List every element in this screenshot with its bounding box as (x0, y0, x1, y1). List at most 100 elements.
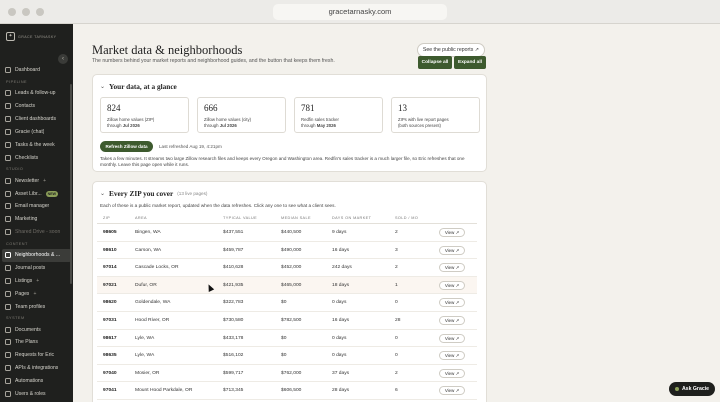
page-title: Market data & neighborhoods (92, 43, 243, 57)
sidebar-item-asset-libr[interactable]: Asset Libr... NEW (0, 187, 73, 200)
close-window-icon[interactable] (8, 8, 16, 16)
stat-description: Zillow home values (city) through Jul 202… (204, 117, 251, 128)
cell-median: $490,000 (281, 247, 302, 253)
sidebar-item-email-manager[interactable]: Email manager (0, 200, 73, 213)
table-row[interactable]: 98617 Lyle, WA $433,178 $0 0 days 0 View ↗ (97, 330, 477, 348)
cell-sold: 0 (395, 335, 398, 341)
table-row[interactable]: 98610 Carson, WA $459,787 $490,000 16 days 3 V… (97, 242, 477, 260)
cell-area: Dufur, OR (135, 282, 157, 288)
sidebar-item-journal-posts[interactable]: Journal posts (0, 262, 73, 275)
sidebar-item-gracie-chat[interactable]: Gracie (chat) (0, 126, 73, 139)
sidebar-item-label: Requests for Eric (15, 352, 55, 359)
address-bar[interactable]: gracetarnasky.com (273, 4, 447, 20)
ask-gracie-button[interactable]: Ask Gracie (669, 382, 715, 396)
cell-days: 18 days (332, 282, 350, 288)
sidebar-item-team-profiles[interactable]: Team profiles (0, 300, 73, 313)
zip-card-header[interactable]: ⌄ Every ZIP you cover (13 live pages) (100, 189, 207, 198)
expand-all-button[interactable]: Expand all (454, 56, 486, 69)
cell-days: 9 days (332, 230, 347, 235)
col-days-on-market[interactable]: DAYS ON MARKET (332, 216, 371, 220)
col-sold-per-month[interactable]: SOLD / MO (395, 216, 418, 220)
view-report-button[interactable]: View ↗ (439, 315, 465, 325)
brand[interactable]: ✦ GRACE TARNASKY (6, 32, 56, 41)
view-report-button[interactable]: View ↗ (439, 386, 465, 396)
sidebar-item-label: Marketing (15, 216, 38, 223)
sidebar-item-client-dashboards[interactable]: Client dashboards (0, 113, 73, 126)
sidebar-item-users-roles[interactable]: Users & roles (0, 388, 73, 401)
sidebar-item-marketing[interactable]: Marketing (0, 213, 73, 226)
sidebar-item-apis-integrations[interactable]: APIs & integrations (0, 362, 73, 375)
cell-zip: 97040 (103, 370, 117, 376)
sidebar-item-pages[interactable]: Pages + (0, 287, 73, 300)
nav-icon (5, 229, 11, 236)
collapse-all-button[interactable]: Collapse all (418, 56, 452, 69)
sidebar-scrollbar[interactable] (70, 84, 72, 284)
view-report-button[interactable]: View ↗ (439, 228, 465, 237)
cell-sold: 2 (395, 265, 398, 271)
sidebar-collapse-button[interactable]: ‹ (58, 54, 68, 64)
add-icon[interactable]: + (36, 278, 39, 284)
col-median-sale[interactable]: MEDIAN SALE (281, 216, 311, 220)
cell-area: Goldendale, WA (135, 300, 171, 306)
table-row[interactable]: 98620 Goldendale, WA $322,783 $0 0 days 0 View… (97, 294, 477, 312)
sidebar-item-the-plans[interactable]: The Plans (0, 336, 73, 349)
col-zip[interactable]: ZIP (103, 216, 110, 220)
col-area[interactable]: AREA (135, 216, 147, 220)
cell-zip: 97014 (103, 265, 117, 271)
minimize-window-icon[interactable] (22, 8, 30, 16)
cell-sold: 28 (395, 317, 401, 323)
add-icon[interactable]: + (33, 291, 36, 297)
cell-area: Carson, WA (135, 247, 162, 253)
sidebar-item-checklists[interactable]: Checklists (0, 151, 73, 164)
maximize-window-icon[interactable] (36, 8, 44, 16)
stat-period: (both sources present) (398, 123, 449, 129)
sidebar-item-requests-for-eric[interactable]: Requests for Eric (0, 349, 73, 362)
table-row[interactable]: 97021 Dufur, OR $421,935 $465,000 18 days 1 Vi… (97, 276, 477, 295)
stat-description: Redfin sales tracker through May 2026 (301, 117, 339, 128)
cell-typical: $433,178 (223, 335, 244, 341)
view-report-button[interactable]: View ↗ (439, 245, 465, 255)
table-row[interactable]: 97040 Mosier, OR $599,717 $762,000 37 days 2 V… (97, 365, 477, 383)
view-report-button[interactable]: View ↗ (439, 368, 465, 378)
sidebar-item-tasks-the-week[interactable]: Tasks & the week (0, 138, 73, 151)
nav-icon (5, 203, 11, 210)
stat-period-date: Jul 2026 (219, 122, 237, 128)
table-row[interactable]: 97031 Hood River, OR $730,580 $782,500 16 da… (97, 312, 477, 330)
table-row[interactable]: 98635 Lyle, WA $516,102 $0 0 days 0 View ↗ (97, 347, 477, 365)
table-row[interactable]: 98605 Bingen, WA $437,551 $440,500 9 days 2 Vi… (97, 224, 477, 242)
refresh-zillow-button[interactable]: Refresh Zillow data (100, 141, 153, 152)
sidebar-item-neighborhoods[interactable]: Neighborhoods & ... (2, 248, 71, 262)
window-controls (8, 8, 44, 16)
table-row[interactable]: 97014 Cascade Locks, OR $410,628 $452,000 24… (97, 259, 477, 277)
see-public-reports-button[interactable]: See the public reports ↗ (417, 43, 485, 57)
sidebar-item-automations[interactable]: Automations (0, 375, 73, 388)
view-report-button[interactable]: View ↗ (439, 333, 465, 343)
sidebar-item-newsletter[interactable]: Newsletter + (0, 174, 73, 187)
sidebar-nav: Dashboard PIPELINE Leads & follow-up Contac… (0, 64, 73, 400)
sidebar-item-dashboard[interactable]: Dashboard (0, 64, 73, 77)
cell-sold: 0 (395, 353, 398, 359)
sidebar-item-leads-follow-up[interactable]: Leads & follow-up (0, 87, 73, 100)
sidebar-item-label: Documents (15, 326, 41, 333)
sidebar-item-label: Email manager (15, 203, 50, 210)
sidebar-item-label: Newsletter (15, 177, 40, 184)
sidebar-item-listings[interactable]: Listings + (0, 274, 73, 287)
add-icon[interactable]: + (43, 178, 46, 184)
view-report-button[interactable]: View ↗ (439, 263, 465, 273)
cell-median: $606,500 (281, 388, 302, 394)
table-row[interactable]: 97041 Mount Hood Parkdale, OR $713,345 $606… (97, 382, 477, 400)
glance-card-header[interactable]: ⌄ Your data, at a glance (100, 82, 177, 91)
sidebar: ✦ GRACE TARNASKY ‹ Dashboard PIPELINE Lead… (0, 24, 73, 402)
col-typical-value[interactable]: TYPICAL VALUE (223, 216, 257, 220)
cell-median: $440,500 (281, 230, 302, 235)
page-subtitle: The numbers behind your market reports a… (92, 58, 335, 64)
view-report-button[interactable]: View ↗ (439, 351, 465, 361)
sidebar-item-shared-drive-soon[interactable]: Shared Drive - soon (0, 226, 73, 239)
sidebar-item-contacts[interactable]: Contacts (0, 100, 73, 113)
view-report-button[interactable]: View ↗ (439, 298, 465, 308)
sidebar-item-documents[interactable]: Documents (0, 323, 73, 336)
view-report-button[interactable]: View ↗ (439, 280, 465, 290)
cell-days: 0 days (332, 300, 347, 306)
sidebar-item-label: Listings (15, 277, 33, 284)
cell-zip: 97031 (103, 317, 117, 323)
